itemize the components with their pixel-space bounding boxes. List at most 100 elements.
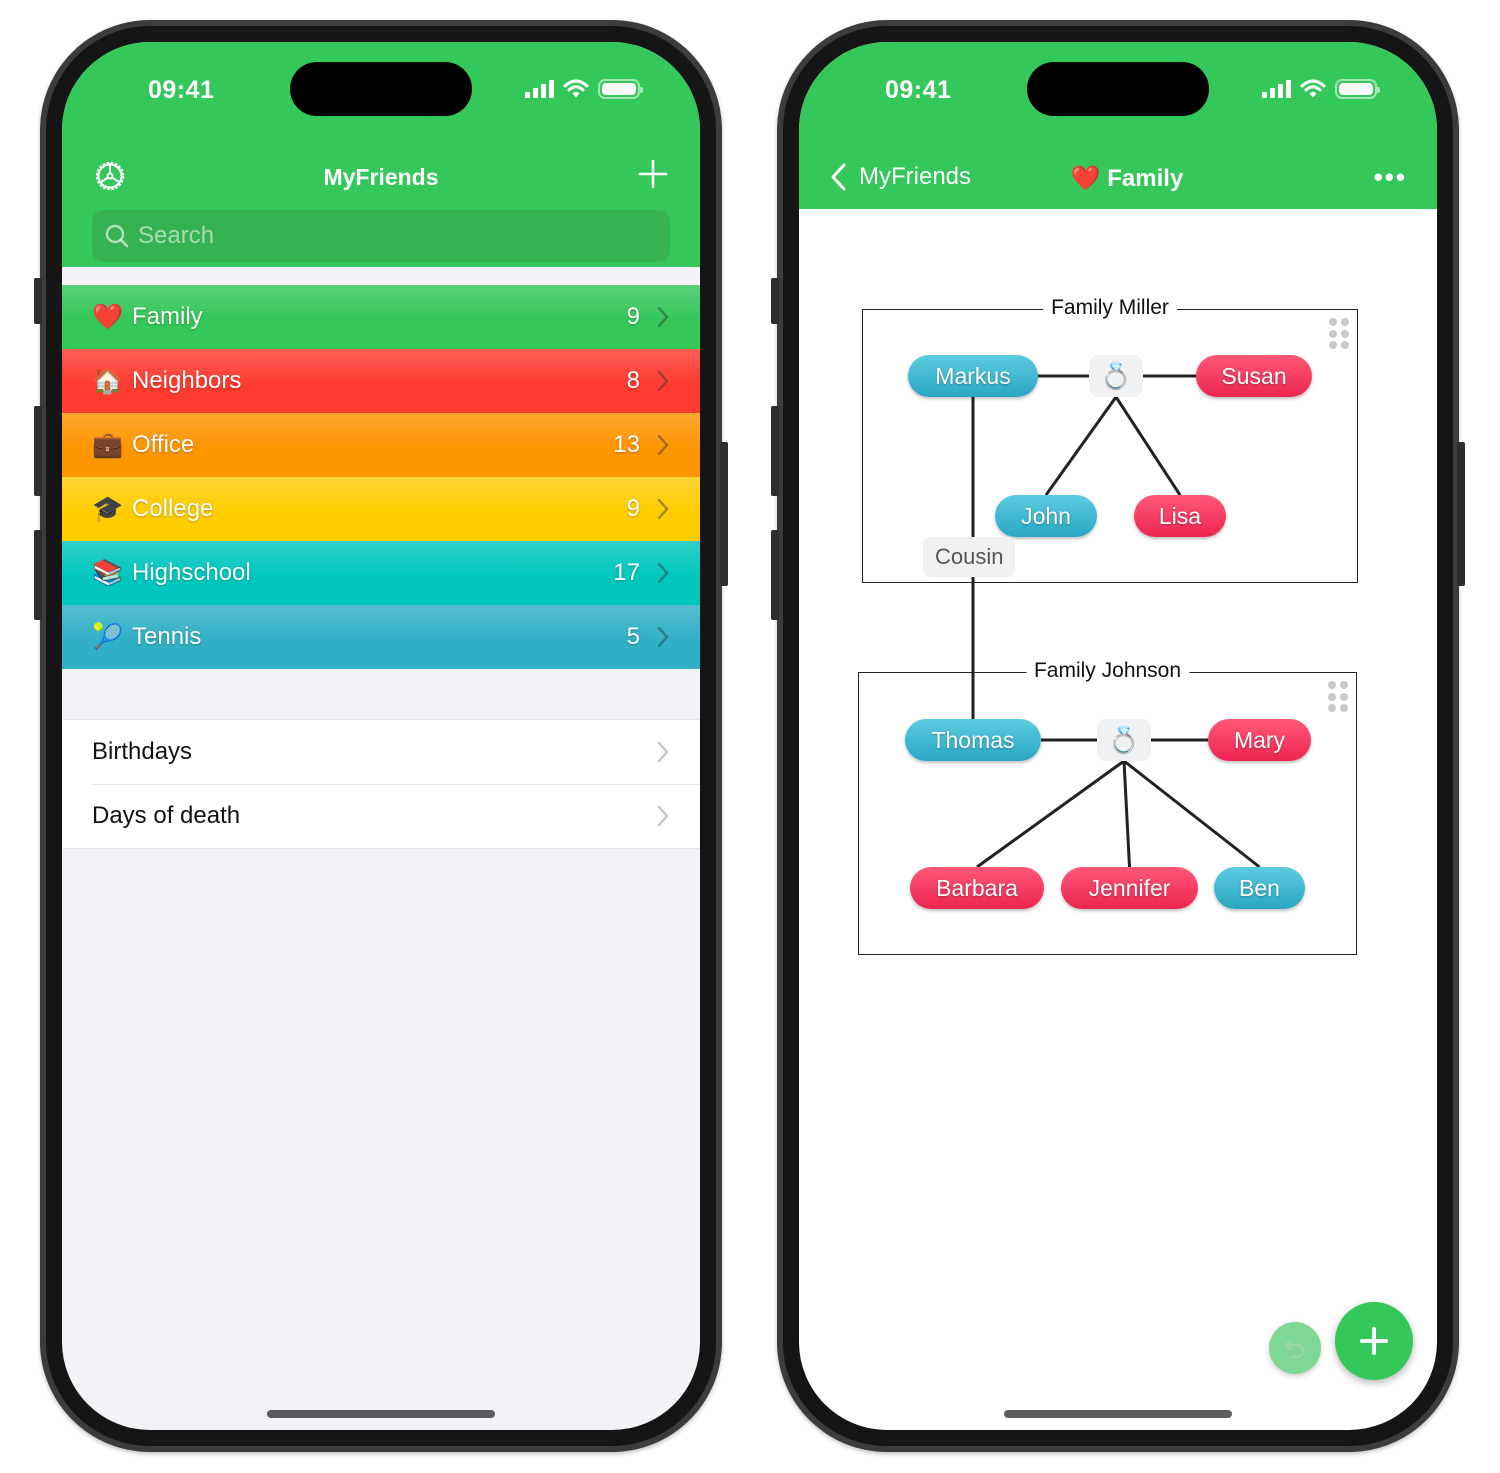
person-name: Mary [1233,726,1286,753]
group-list: ❤️ Family 9 🏠 Neighbors 8 💼 Office 13 🎓 College 9 📚 H… [62,285,700,669]
group-count: 13 [613,431,640,458]
group-label: Family [132,303,203,330]
person-name: Barbara [936,874,1018,901]
status-icons [1262,79,1380,99]
drag-handle-icon[interactable] [1329,318,1349,350]
marriage-ring-icon[interactable]: 💍 [1097,719,1151,761]
drag-handle-icon[interactable] [1328,681,1348,713]
group-count: 9 [626,303,640,330]
status-time: 09:41 [148,76,215,104]
action-button [771,278,779,324]
person-name: Markus [935,362,1011,389]
group-label: Neighbors [132,367,242,394]
group-label: College [132,495,214,522]
status-time: 09:41 [885,76,952,104]
group-label: Highschool [132,559,251,586]
chevron-right-icon [657,498,669,520]
briefcase-icon: 💼 [92,430,124,459]
cellular-signal-icon [1262,80,1291,98]
add-group-button[interactable] [636,154,670,194]
books-icon: 📚 [92,558,124,587]
graduation-cap-icon: 🎓 [92,494,124,523]
group-row-neighbors[interactable]: 🏠 Neighbors 8 [62,349,700,413]
group-row-highschool[interactable]: 📚 Highschool 17 [62,541,700,605]
ring-glyph: 💍 [1107,724,1141,755]
family-group-johnson[interactable]: Family Johnson [858,659,1357,955]
list-item-birthdays[interactable]: Birthdays [62,720,700,784]
person-node[interactable]: Ben [1214,867,1305,909]
person-name: Lisa [1158,502,1202,529]
group-count: 8 [626,367,640,394]
person-node[interactable]: Markus [908,355,1038,397]
plus-icon [1360,1327,1388,1355]
group-row-tennis[interactable]: 🎾 Tennis 5 [62,605,700,669]
group-label: Office [132,431,195,458]
plus-icon [638,159,668,189]
family-tree-screen: 09:41 MyFriends ❤️ Family ••• Family Mil… [799,42,1437,1430]
list-item-days-of-death[interactable]: Days of death [62,784,700,848]
person-node[interactable]: Mary [1208,719,1311,761]
cellular-signal-icon [525,80,554,98]
group-row-college[interactable]: 🎓 College 9 [62,477,700,541]
family-group-title: Family Johnson [1025,659,1190,683]
action-button [34,278,42,324]
volume-up-button [34,406,42,496]
person-name: Susan [1221,362,1287,389]
chevron-right-icon [657,562,669,584]
dynamic-island [290,62,472,116]
list-item-label: Days of death [92,802,241,829]
person-node[interactable]: John [995,495,1097,537]
battery-icon [598,79,643,99]
person-node[interactable]: Susan [1196,355,1312,397]
nav-bar: MyFriends [62,154,700,204]
tennis-ball-icon: 🎾 [92,622,124,651]
relationship-label-text: Cousin [935,544,1004,569]
group-row-family[interactable]: ❤️ Family 9 [62,285,700,349]
volume-down-button [771,530,779,620]
person-name: Jennifer [1088,874,1171,901]
volume-down-button [34,530,42,620]
list-item-label: Birthdays [92,738,193,765]
group-count: 17 [613,559,640,586]
page-title: MyFriends [323,164,439,190]
undo-button[interactable] [1269,1322,1321,1374]
add-person-button[interactable] [1335,1302,1413,1380]
chevron-right-icon [657,626,669,648]
home-indicator[interactable] [1004,1410,1232,1418]
group-count: 9 [626,495,640,522]
chevron-right-icon [657,434,669,456]
battery-icon [1335,79,1380,99]
chevron-right-icon [657,306,669,328]
chevron-right-icon [657,805,669,827]
group-count: 5 [626,623,640,650]
person-node[interactable]: Jennifer [1061,867,1198,909]
marriage-ring-icon[interactable]: 💍 [1089,355,1143,397]
search-bar[interactable] [92,210,670,262]
person-name: Ben [1239,874,1280,901]
search-input[interactable] [138,222,618,250]
group-label: Tennis [132,623,202,650]
family-tree-canvas[interactable]: Family Miller Family Johnson Markus 💍 Su… [799,42,1437,1430]
status-icons [525,79,643,99]
wifi-icon [563,79,589,98]
home-indicator[interactable] [267,1410,495,1418]
relationship-label[interactable]: Cousin [923,537,1016,577]
ring-glyph: 💍 [1099,360,1133,391]
phone-frame-right: 09:41 MyFriends ❤️ Family ••• Family Mil… [771,20,1465,1452]
dynamic-island [1027,62,1209,116]
search-icon [105,224,129,248]
volume-up-button [771,406,779,496]
phone-frame-left: 09:41 MyFriends Search ❤️ Family 9 🏠 Nei… [34,20,728,1452]
person-node[interactable]: Barbara [910,867,1044,909]
wifi-icon [1300,79,1326,98]
person-name: Thomas [931,726,1015,753]
person-node[interactable]: Lisa [1134,495,1226,537]
group-row-office[interactable]: 💼 Office 13 [62,413,700,477]
family-group-title: Family Miller [1043,296,1177,320]
person-node[interactable]: Thomas [905,719,1041,761]
power-button [720,442,728,586]
house-icon: 🏠 [92,366,124,395]
groups-screen: 09:41 MyFriends Search ❤️ Family 9 🏠 Nei… [62,42,700,1430]
chevron-right-icon [657,741,669,763]
power-button [1457,442,1465,586]
